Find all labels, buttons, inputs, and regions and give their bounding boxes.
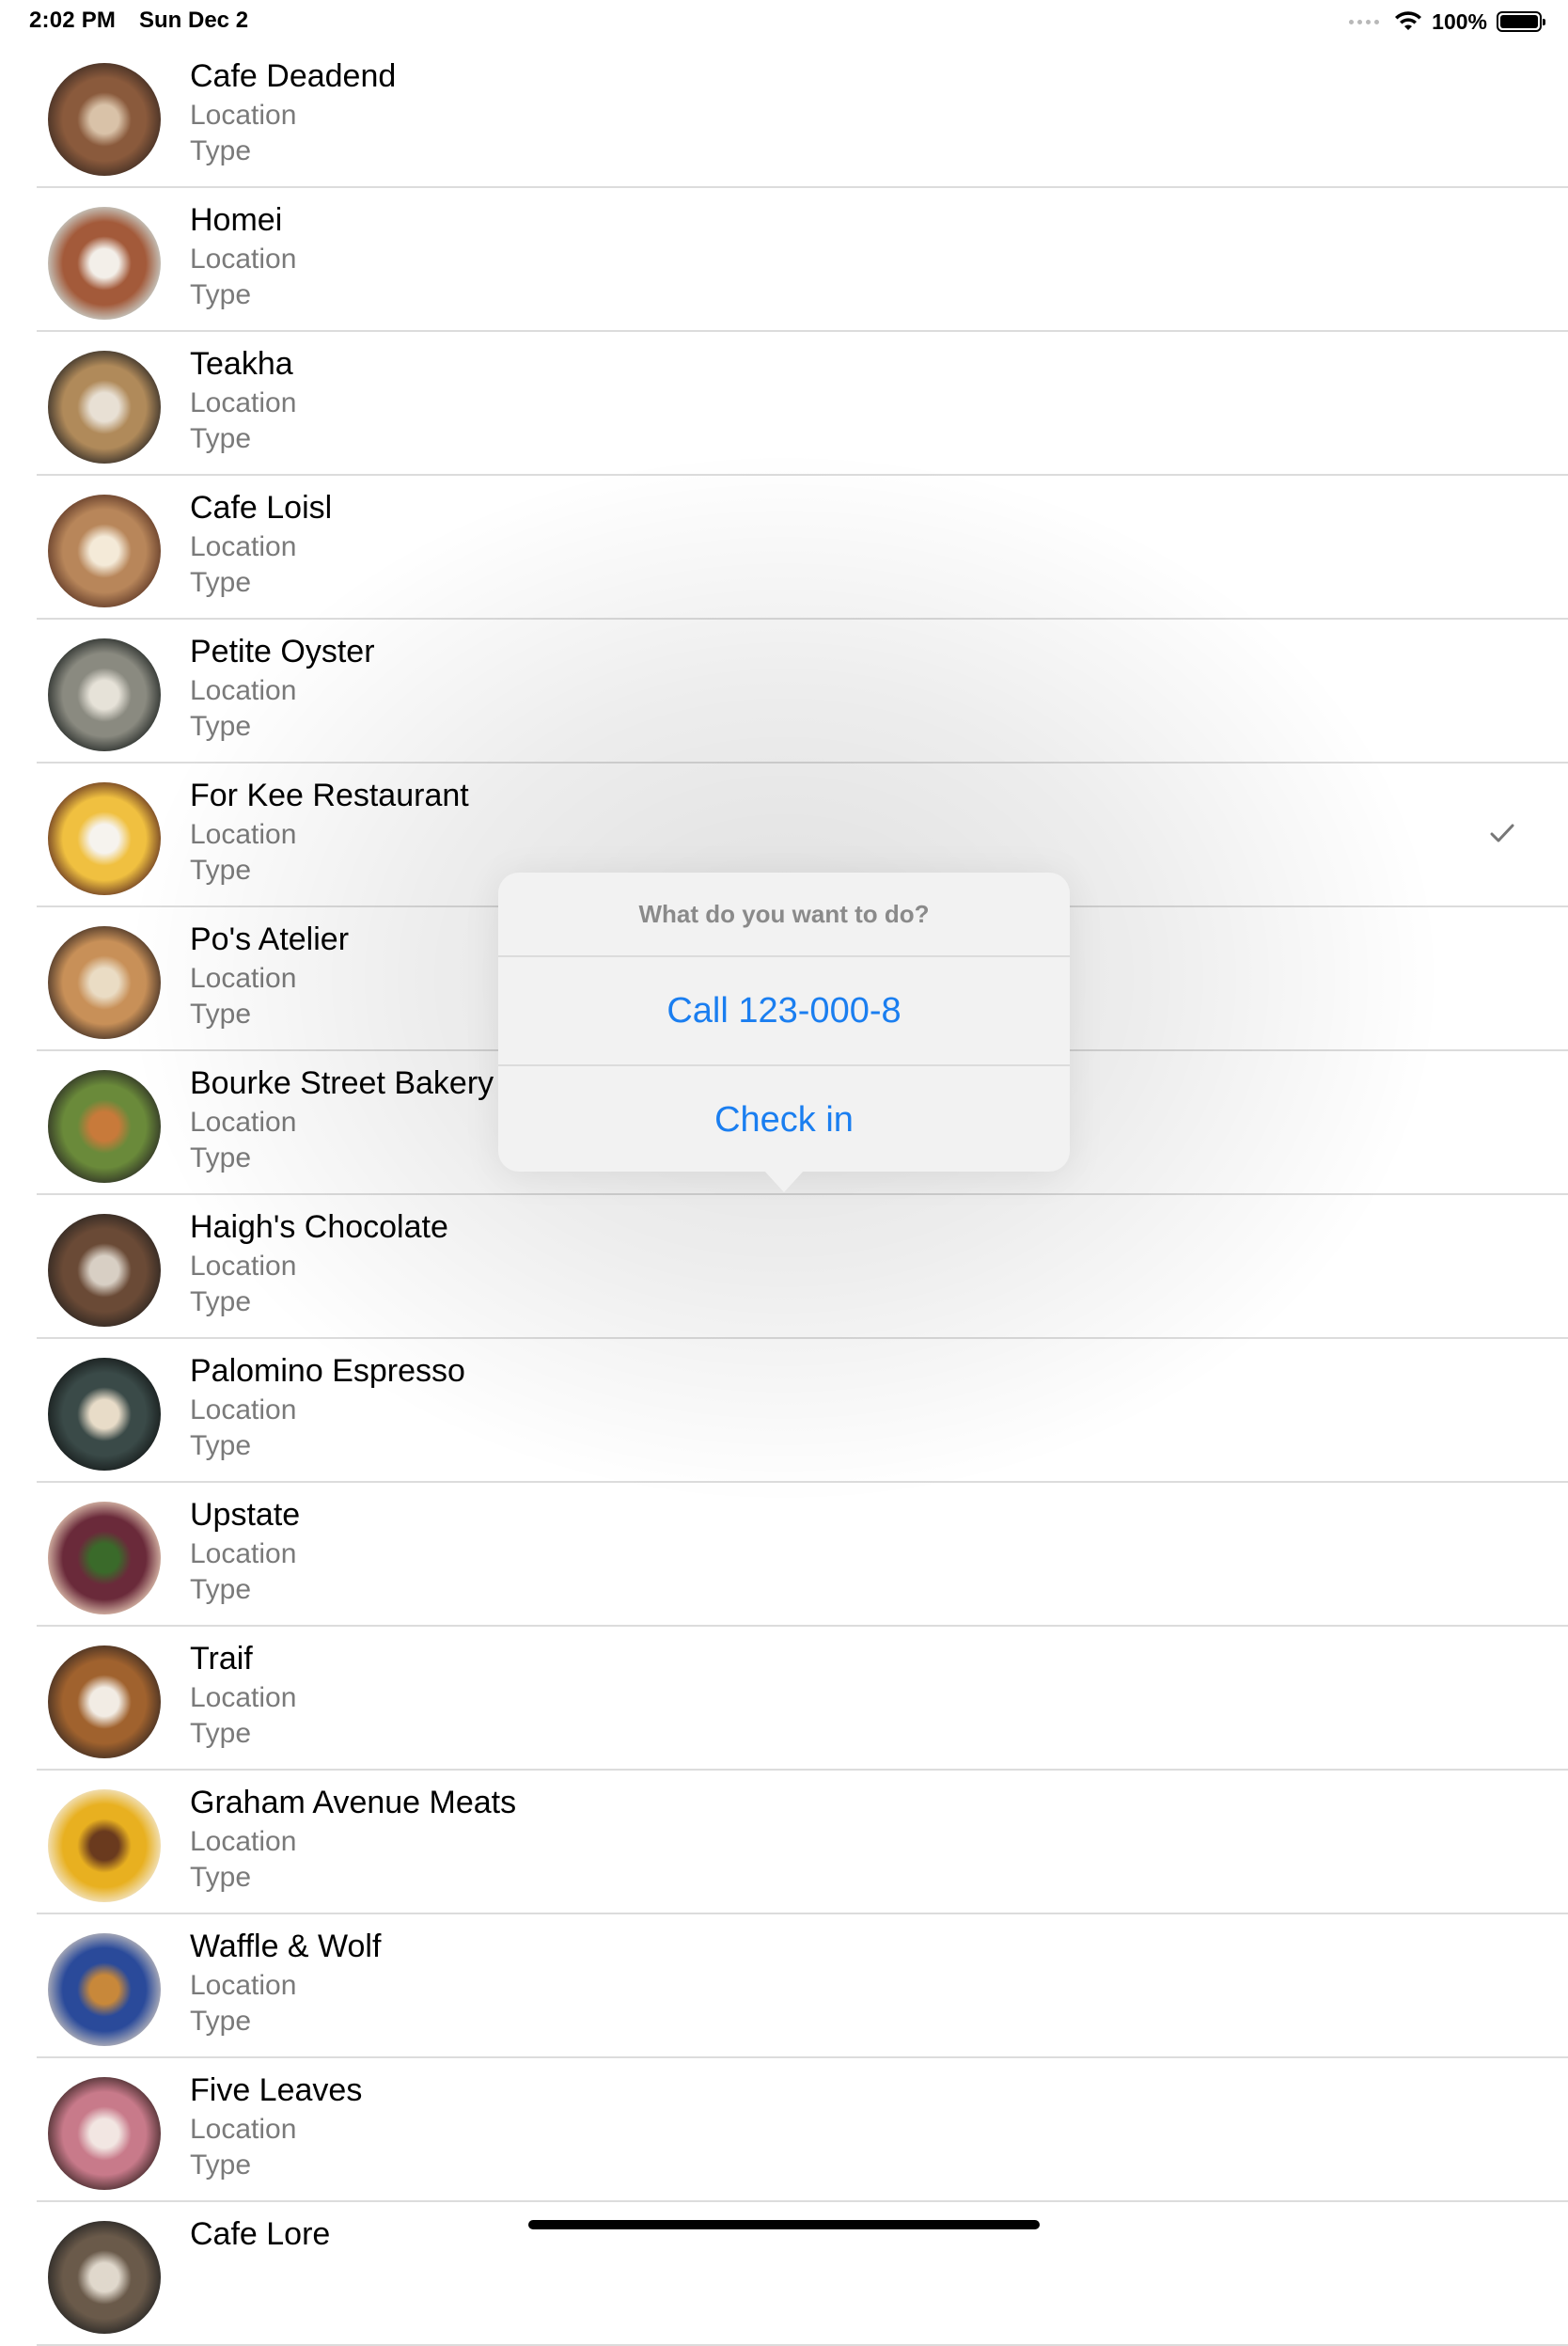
restaurant-thumbnail [48, 926, 161, 1039]
battery-icon [1497, 11, 1545, 32]
restaurant-thumbnail [48, 782, 161, 895]
wifi-icon [1395, 11, 1422, 30]
restaurant-name: For Kee Restaurant [190, 778, 469, 813]
restaurant-row[interactable]: Graham Avenue Meats Location Type [0, 1771, 1568, 1914]
home-indicator[interactable] [528, 2220, 1040, 2229]
status-bar: 2:02 PM Sun Dec 2 100% [0, 0, 1568, 43]
restaurant-location: Location [190, 675, 297, 706]
restaurant-type: Type [190, 711, 252, 742]
restaurant-thumbnail [48, 351, 161, 464]
restaurant-row[interactable]: Upstate Location Type [0, 1483, 1568, 1627]
restaurant-row[interactable]: Palomino Espresso Location Type [0, 1339, 1568, 1483]
restaurant-name: Homei [190, 202, 283, 238]
restaurant-row[interactable]: Cafe Loisl Location Type [0, 476, 1568, 620]
restaurant-type: Type [190, 2149, 252, 2181]
restaurant-name: Petite Oyster [190, 634, 375, 669]
restaurant-name: Teakha [190, 346, 293, 382]
restaurant-name: Waffle & Wolf [190, 1929, 382, 1964]
restaurant-type: Type [190, 1430, 252, 1461]
action-sheet-popover: What do you want to do? Call 123-000-8 C… [498, 873, 1070, 1172]
restaurant-thumbnail [48, 1789, 161, 1902]
restaurant-type: Type [190, 855, 252, 886]
restaurant-name: Five Leaves [190, 2072, 363, 2108]
restaurant-name: Graham Avenue Meats [190, 1785, 517, 1820]
restaurant-thumbnail [48, 495, 161, 607]
checkmark-icon [1489, 820, 1515, 852]
restaurant-row[interactable]: Teakha Location Type [0, 332, 1568, 476]
restaurant-location: Location [190, 531, 297, 562]
restaurant-thumbnail [48, 638, 161, 751]
restaurant-name: Cafe Deadend [190, 58, 397, 94]
restaurant-type: Type [190, 279, 252, 310]
restaurant-name: Haigh's Chocolate [190, 1209, 448, 1245]
restaurant-name: Cafe Loisl [190, 490, 333, 526]
restaurant-thumbnail [48, 1070, 161, 1183]
restaurant-thumbnail [48, 207, 161, 320]
restaurant-row[interactable]: Traif Location Type [0, 1627, 1568, 1771]
status-date: Sun Dec 2 [139, 8, 249, 33]
restaurant-row[interactable]: Haigh's Chocolate Location Type [0, 1195, 1568, 1339]
restaurant-location: Location [190, 1251, 297, 1282]
restaurant-type: Type [190, 1574, 252, 1605]
restaurant-row[interactable]: Waffle & Wolf Location Type [0, 1914, 1568, 2058]
action-sheet-title: What do you want to do? [638, 900, 930, 928]
restaurant-thumbnail [48, 63, 161, 176]
restaurant-name: Palomino Espresso [190, 1353, 465, 1389]
restaurant-location: Location [190, 2114, 297, 2145]
status-right: 100% [1349, 6, 1545, 38]
restaurant-location: Location [190, 1682, 297, 1713]
restaurant-location: Location [190, 1538, 297, 1569]
check-in-button[interactable]: Check in [498, 1066, 1070, 1173]
restaurant-thumbnail [48, 1358, 161, 1471]
restaurant-name: Traif [190, 1641, 253, 1677]
restaurant-type: Type [190, 423, 252, 454]
restaurant-row[interactable]: Petite Oyster Location Type [0, 620, 1568, 764]
restaurant-thumbnail [48, 1214, 161, 1327]
restaurant-type: Type [190, 2006, 252, 2037]
restaurant-row[interactable]: Cafe Deadend Location Type [0, 44, 1568, 188]
restaurant-name: Po's Atelier [190, 921, 350, 957]
restaurant-thumbnail [48, 2221, 161, 2334]
signal-dots-icon [1349, 19, 1380, 24]
popover-arrow [763, 1170, 805, 1192]
battery-percentage: 100% [1432, 8, 1487, 34]
status-time: 2:02 PM [29, 8, 117, 33]
restaurant-type: Type [190, 567, 252, 598]
restaurant-location: Location [190, 963, 297, 994]
restaurant-name: Upstate [190, 1497, 301, 1533]
restaurant-thumbnail [48, 1933, 161, 2046]
restaurant-name: Cafe Lore [190, 2216, 331, 2252]
restaurant-row[interactable]: Homei Location Type [0, 188, 1568, 332]
call-button[interactable]: Call 123-000-8 [498, 957, 1070, 1064]
restaurant-location: Location [190, 1394, 297, 1425]
restaurant-thumbnail [48, 2077, 161, 2190]
restaurant-name: Bourke Street Bakery [190, 1065, 494, 1101]
restaurant-type: Type [190, 1142, 252, 1173]
restaurant-row[interactable]: Five Leaves Location Type [0, 2058, 1568, 2202]
restaurant-location: Location [190, 819, 297, 850]
restaurant-location: Location [190, 100, 297, 131]
restaurant-thumbnail [48, 1502, 161, 1614]
restaurant-location: Location [190, 244, 297, 275]
restaurant-type: Type [190, 1286, 252, 1317]
restaurant-type: Type [190, 135, 252, 166]
restaurant-type: Type [190, 1862, 252, 1893]
restaurant-type: Type [190, 1718, 252, 1749]
restaurant-location: Location [190, 387, 297, 418]
restaurant-location: Location [190, 1107, 297, 1138]
restaurant-type: Type [190, 999, 252, 1030]
restaurant-thumbnail [48, 1645, 161, 1758]
restaurant-location: Location [190, 1970, 297, 2001]
restaurant-location: Location [190, 1826, 297, 1857]
